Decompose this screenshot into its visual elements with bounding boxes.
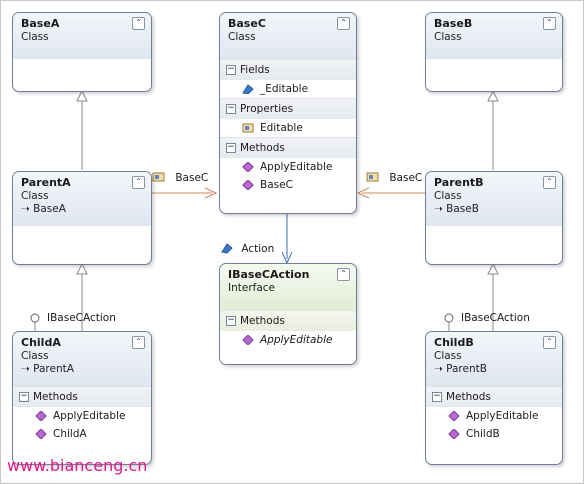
collapse-icon[interactable]: ⌃ bbox=[132, 17, 145, 30]
assoc-label-left: BaseC bbox=[152, 171, 208, 184]
methods-section[interactable]: − Methods bbox=[426, 386, 562, 407]
collapse-icon[interactable]: ⌃ bbox=[337, 17, 350, 30]
method-item: ChildB bbox=[426, 425, 562, 443]
collapse-minus-icon[interactable]: − bbox=[226, 65, 236, 75]
collapse-icon[interactable]: ⌃ bbox=[132, 176, 145, 189]
class-stereotype: Class bbox=[21, 350, 49, 362]
method-item: ApplyEditable bbox=[13, 407, 151, 425]
property-icon bbox=[242, 123, 254, 133]
collapse-icon[interactable]: ⌃ bbox=[543, 176, 556, 189]
class-baseB[interactable]: BaseB Class ⌃ bbox=[425, 12, 563, 92]
class-parentB[interactable]: ParentB Class ➝ BaseB ⌃ bbox=[425, 171, 563, 265]
method-item: ApplyEditable bbox=[220, 331, 356, 349]
method-item: ChildA bbox=[13, 425, 151, 443]
class-stereotype: Class bbox=[228, 31, 256, 43]
method-override-icon bbox=[35, 411, 47, 421]
class-parentA[interactable]: ParentA Class ➝ BaseA ⌃ bbox=[12, 171, 152, 265]
field-icon bbox=[221, 243, 233, 254]
methods-section[interactable]: − Methods bbox=[220, 137, 356, 158]
lollipop-label-left: IBaseCAction bbox=[47, 312, 116, 324]
arrow-right-icon: ➝ bbox=[434, 203, 447, 215]
method-item: ApplyEditable bbox=[220, 158, 356, 176]
lollipop-label-right: IBaseCAction bbox=[461, 312, 530, 324]
property-item: Editable bbox=[220, 119, 356, 137]
method-item: BaseC bbox=[220, 176, 356, 194]
base-class: ➝ BaseB bbox=[434, 203, 479, 215]
collapse-minus-icon[interactable]: − bbox=[432, 392, 442, 402]
class-baseA[interactable]: BaseA Class ⌃ bbox=[12, 12, 152, 92]
field-icon bbox=[242, 84, 254, 94]
base-class: ➝ BaseA bbox=[21, 203, 66, 215]
inherit-arrow-parentB bbox=[487, 89, 499, 102]
interface-stereotype: Interface bbox=[228, 282, 276, 294]
method-icon bbox=[35, 429, 47, 439]
base-class: ➝ ParentA bbox=[21, 363, 74, 375]
method-icon bbox=[242, 335, 254, 345]
collapse-icon[interactable]: ⌃ bbox=[337, 268, 350, 281]
class-stereotype: Class bbox=[21, 31, 49, 43]
inherit-arrow-childB bbox=[487, 262, 499, 275]
fields-section[interactable]: − Fields bbox=[220, 59, 356, 80]
base-class: ➝ ParentB bbox=[434, 363, 487, 375]
property-icon bbox=[152, 172, 165, 182]
class-childB[interactable]: ChildB Class ➝ ParentB ⌃ − Methods Apply… bbox=[425, 331, 563, 465]
field-item: _Editable bbox=[220, 80, 356, 98]
arrow-right-icon: ➝ bbox=[21, 363, 34, 375]
collapse-icon[interactable]: ⌃ bbox=[543, 336, 556, 349]
class-stereotype: Class bbox=[434, 31, 462, 43]
arrow-right-icon: ➝ bbox=[434, 363, 447, 375]
arrow-right-icon: ➝ bbox=[21, 203, 34, 215]
collapse-minus-icon[interactable]: − bbox=[226, 104, 236, 114]
inherit-arrow-childA bbox=[76, 262, 88, 275]
collapse-icon[interactable]: ⌃ bbox=[543, 17, 556, 30]
collapse-minus-icon[interactable]: − bbox=[226, 143, 236, 153]
class-stereotype: Class bbox=[434, 190, 462, 202]
class-childA[interactable]: ChildA Class ➝ ParentA ⌃ − Methods Apply… bbox=[12, 331, 152, 465]
interface-ibasecaction[interactable]: IBaseCAction Interface ⌃ − Methods Apply… bbox=[219, 263, 357, 365]
method-override-icon bbox=[448, 411, 460, 421]
property-icon bbox=[366, 172, 379, 182]
watermark-text: www.bianceng.cn bbox=[7, 456, 148, 475]
method-icon bbox=[448, 429, 460, 439]
collapse-icon[interactable]: ⌃ bbox=[132, 336, 145, 349]
lollipop-childA bbox=[30, 313, 40, 323]
methods-section[interactable]: − Methods bbox=[220, 310, 356, 331]
collapse-minus-icon[interactable]: − bbox=[19, 392, 29, 402]
methods-section[interactable]: − Methods bbox=[13, 386, 151, 407]
class-stereotype: Class bbox=[21, 190, 49, 202]
method-icon bbox=[242, 180, 254, 190]
method-icon bbox=[242, 162, 254, 172]
class-stereotype: Class bbox=[434, 350, 462, 362]
inherit-arrow-parentA bbox=[76, 89, 88, 102]
method-item: ApplyEditable bbox=[426, 407, 562, 425]
lollipop-childB bbox=[444, 313, 454, 323]
action-label: Action bbox=[220, 242, 274, 255]
properties-section[interactable]: − Properties bbox=[220, 98, 356, 119]
class-baseC[interactable]: BaseC Class ⌃ − Fields _Editable − Prope… bbox=[219, 12, 357, 214]
assoc-label-right: BaseC bbox=[366, 171, 422, 184]
collapse-minus-icon[interactable]: − bbox=[226, 316, 236, 326]
